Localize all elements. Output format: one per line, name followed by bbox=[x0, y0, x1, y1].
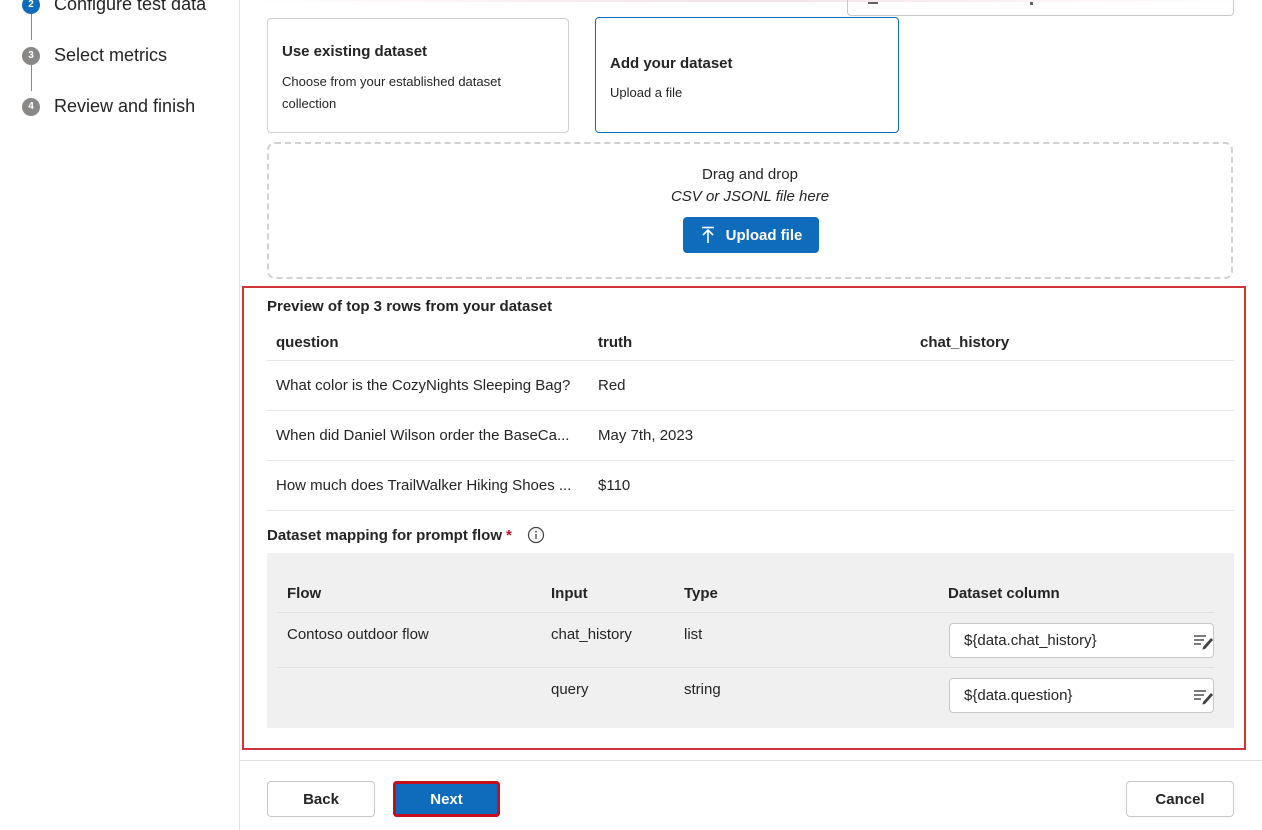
required-marker: * bbox=[506, 527, 512, 544]
upload-arrow-icon bbox=[701, 226, 714, 243]
edit-mapping-icon[interactable] bbox=[1193, 632, 1213, 650]
mapping-title: Dataset mapping for prompt flow * bbox=[267, 527, 512, 544]
header-input: Input bbox=[551, 585, 588, 602]
card-description: Upload a file bbox=[610, 85, 683, 100]
input-name: query bbox=[551, 681, 589, 698]
step-number-badge: 2 bbox=[22, 0, 40, 14]
cell-truth: $110 bbox=[598, 477, 631, 494]
step-review-and-finish[interactable]: 4 Review and finish bbox=[22, 96, 195, 117]
preview-header-row: question truth chat_history bbox=[267, 325, 1234, 361]
file-dropzone[interactable]: Drag and drop CSV or JSONL file here Upl… bbox=[267, 142, 1233, 279]
step-number-badge: 4 bbox=[22, 97, 40, 116]
use-existing-dataset-card[interactable]: Use existing dataset Choose from your es… bbox=[267, 18, 569, 133]
cell-chat-history bbox=[920, 411, 1220, 460]
info-icon[interactable] bbox=[527, 526, 545, 544]
cell-chat-history bbox=[920, 361, 1220, 410]
input-type: list bbox=[684, 626, 703, 643]
step-select-metrics[interactable]: 3 Select metrics bbox=[22, 45, 167, 66]
top-select-field[interactable] bbox=[847, 0, 1234, 16]
dataset-column-value: ${data.chat_history} bbox=[964, 632, 1097, 649]
flow-name: Contoso outdoor flow bbox=[287, 626, 429, 643]
cancel-button[interactable]: Cancel bbox=[1126, 781, 1234, 817]
header-dataset-column: Dataset column bbox=[948, 585, 1060, 602]
step-number-badge: 3 bbox=[22, 46, 40, 65]
cell-truth: Red bbox=[598, 377, 626, 394]
dataset-column-input[interactable]: ${data.chat_history} bbox=[949, 623, 1214, 658]
add-your-dataset-card[interactable]: Add your dataset Upload a file bbox=[595, 17, 899, 133]
column-header[interactable]: question bbox=[276, 325, 586, 360]
cell-question: How much does TrailWalker Hiking Shoes .… bbox=[276, 477, 572, 494]
mapping-title-text: Dataset mapping for prompt flow bbox=[267, 527, 503, 544]
step-connector bbox=[31, 65, 32, 91]
cell-truth: May 7th, 2023 bbox=[598, 427, 694, 444]
dataset-column-value: ${data.question} bbox=[964, 687, 1073, 704]
card-title: Use existing dataset bbox=[282, 43, 428, 60]
step-label: Review and finish bbox=[54, 96, 196, 116]
dropzone-subtitle: CSV or JSONL file here bbox=[670, 188, 830, 205]
step-label: Configure test data bbox=[54, 0, 207, 14]
next-button[interactable]: Next bbox=[393, 781, 500, 817]
preview-title: Preview of top 3 rows from your dataset bbox=[267, 298, 553, 315]
back-button[interactable]: Back bbox=[267, 781, 375, 817]
input-type: string bbox=[684, 681, 721, 698]
column-header[interactable]: truth bbox=[598, 325, 898, 360]
cell-chat-history bbox=[920, 461, 1220, 510]
step-connector bbox=[31, 14, 32, 40]
mapping-table: Flow Input Type Dataset column Contoso o… bbox=[267, 553, 1234, 728]
preview-table: question truth chat_history What color i… bbox=[267, 325, 1234, 511]
dropzone-title: Drag and drop bbox=[702, 166, 798, 183]
table-row: How much does TrailWalker Hiking Shoes .… bbox=[267, 461, 1234, 511]
mapping-row: Contoso outdoor flow chat_history list $… bbox=[277, 613, 1214, 668]
top-field-mark bbox=[868, 2, 878, 4]
step-configure-test-data[interactable]: 2 Configure test data bbox=[22, 0, 206, 15]
footer-divider bbox=[240, 760, 1262, 761]
step-label: Select metrics bbox=[54, 45, 168, 65]
wizard-sidebar: 2 Configure test data 3 Select metrics 4… bbox=[0, 0, 240, 830]
table-row: What color is the CozyNights Sleeping Ba… bbox=[267, 361, 1234, 411]
cell-question: When did Daniel Wilson order the BaseCa.… bbox=[276, 427, 570, 444]
table-row: When did Daniel Wilson order the BaseCa.… bbox=[267, 411, 1234, 461]
card-title: Add your dataset bbox=[610, 55, 733, 72]
edit-mapping-icon[interactable] bbox=[1193, 687, 1213, 705]
upload-file-label: Upload file bbox=[725, 226, 803, 244]
card-description: Choose from your established dataset col… bbox=[282, 74, 501, 111]
top-field-mark-2 bbox=[1030, 2, 1033, 5]
cell-question: What color is the CozyNights Sleeping Ba… bbox=[276, 377, 571, 394]
column-header[interactable]: chat_history bbox=[920, 325, 1220, 360]
header-type: Type bbox=[684, 585, 718, 602]
input-name: chat_history bbox=[551, 626, 632, 643]
mapping-header-row: Flow Input Type Dataset column bbox=[277, 577, 1214, 613]
dataset-column-input[interactable]: ${data.question} bbox=[949, 678, 1214, 713]
upload-file-button[interactable]: Upload file bbox=[683, 217, 819, 253]
mapping-row: query string ${data.question} bbox=[277, 668, 1214, 723]
header-flow: Flow bbox=[287, 585, 322, 602]
